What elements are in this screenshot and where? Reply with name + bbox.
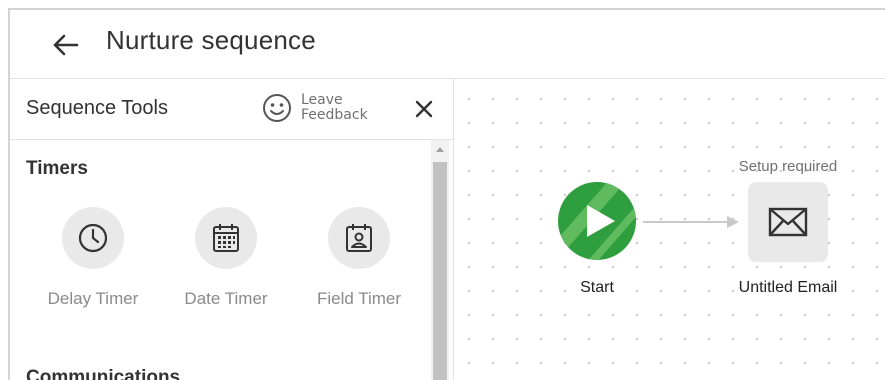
panel-title: Sequence Tools (26, 97, 168, 119)
close-icon (415, 100, 433, 118)
section-title-communications: Communications (26, 367, 181, 380)
date-timer-label: Date Timer (184, 289, 268, 308)
start-node-label: Start (580, 279, 614, 296)
page-header: Nurture sequence (10, 10, 885, 79)
clock-icon (78, 223, 108, 253)
sequence-tools-panel: Sequence Tools Leave Feedback Timers Del… (10, 79, 454, 380)
triangle-up-icon (436, 147, 444, 152)
play-icon (558, 182, 636, 260)
leave-feedback-label: Leave Feedback (301, 92, 368, 123)
calendar-grid-icon (213, 224, 239, 252)
scroll-thumb[interactable] (433, 162, 447, 380)
delay-timer-label: Delay Timer (47, 289, 139, 308)
sequence-canvas[interactable]: Start Setup required Untitled Email (454, 79, 885, 380)
app-frame: Nurture sequence Sequence Tools Leave Fe… (8, 8, 885, 380)
panel-scrollbar[interactable] (431, 140, 449, 380)
page-title: Nurture sequence (106, 25, 316, 55)
connector-arrow (643, 216, 739, 228)
email-node[interactable] (748, 182, 828, 262)
field-timer-tool[interactable]: Field Timer (299, 207, 419, 309)
field-timer-label: Field Timer (316, 289, 402, 308)
delay-timer-tool[interactable]: Delay Timer (33, 207, 153, 309)
date-timer-icon-circle (195, 207, 257, 269)
arrow-left-icon (53, 34, 79, 56)
panel-header: Sequence Tools Leave Feedback (10, 79, 453, 140)
scroll-up-arrow[interactable] (431, 140, 449, 158)
start-node[interactable] (557, 181, 637, 266)
date-timer-tool[interactable]: Date Timer (166, 207, 286, 309)
smiley-icon (263, 94, 291, 122)
envelope-icon (768, 207, 808, 237)
calendar-person-icon (346, 224, 372, 252)
section-title-timers: Timers (26, 158, 88, 179)
field-timer-icon-circle (328, 207, 390, 269)
leave-feedback-button[interactable]: Leave Feedback (262, 93, 385, 123)
setup-required-label: Setup required (738, 158, 838, 175)
email-node-label: Untitled Email (738, 279, 838, 296)
close-panel-button[interactable] (411, 96, 437, 122)
back-button[interactable] (48, 28, 82, 62)
delay-timer-icon-circle (62, 207, 124, 269)
